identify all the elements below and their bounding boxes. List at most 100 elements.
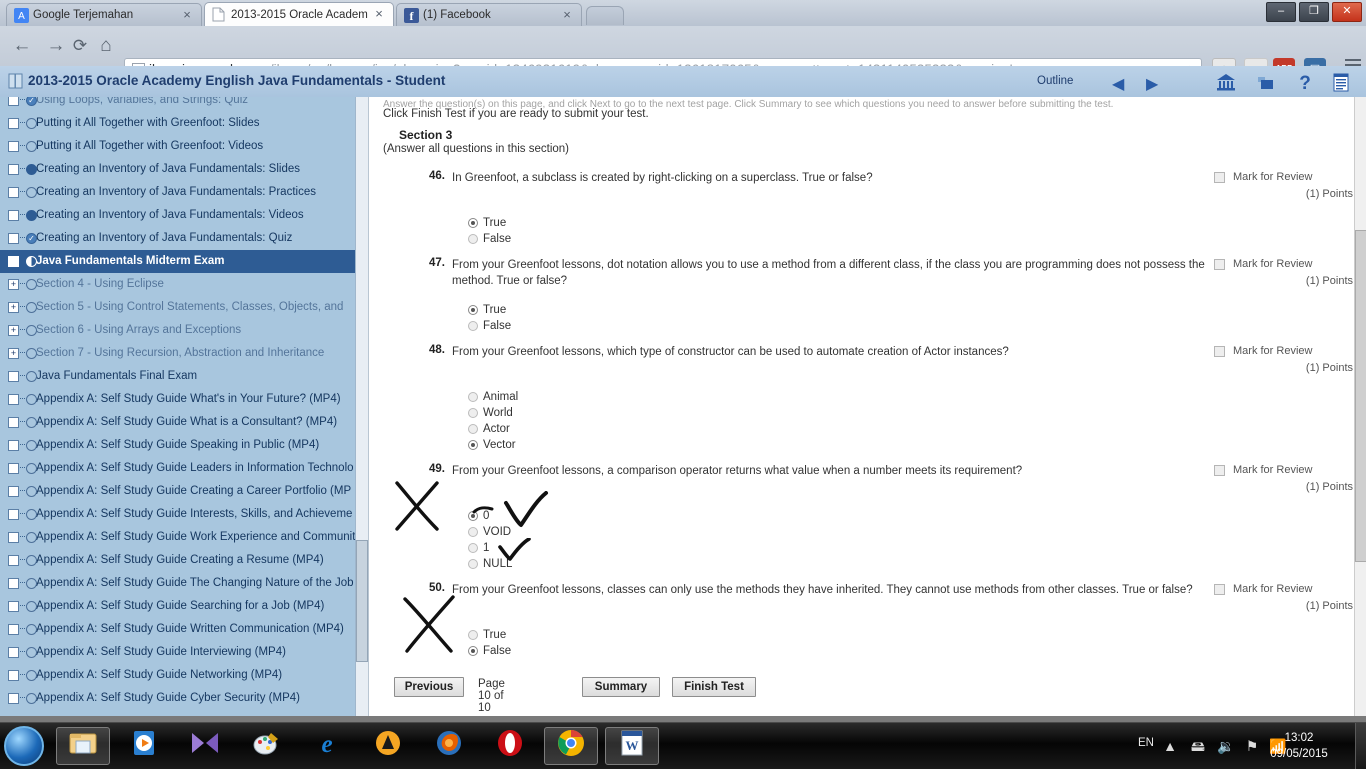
sidebar-item-19[interactable]: Appendix A: Self Study Guide Work Experi… — [0, 526, 367, 549]
taskbar-item-internet-explorer[interactable]: e — [300, 727, 354, 765]
item-checkbox[interactable] — [8, 670, 19, 681]
item-checkbox[interactable] — [8, 486, 19, 497]
removable-media-icon[interactable]: 🖴 — [1188, 736, 1208, 756]
taskbar-item-paint[interactable] — [239, 727, 293, 765]
outline-link[interactable]: Outline — [1037, 75, 1073, 87]
taskbar-item-opera-browser[interactable] — [483, 727, 537, 765]
radio-button[interactable] — [468, 305, 478, 315]
sidebar-item-24[interactable]: Appendix A: Self Study Guide Interviewin… — [0, 641, 367, 664]
item-checkbox[interactable] — [8, 440, 19, 451]
sidebar-item-3[interactable]: Creating an Inventory of Java Fundamenta… — [0, 158, 367, 181]
mark-for-review-checkbox[interactable] — [1214, 584, 1225, 595]
reload-icon[interactable]: ⟳ — [66, 32, 94, 60]
taskbar-item-movie-maker[interactable] — [178, 727, 232, 765]
radio-button[interactable] — [468, 408, 478, 418]
taskbar-clock[interactable]: 13:02 09/05/2015 — [1254, 730, 1344, 762]
selected-marker-icon[interactable] — [8, 256, 19, 267]
mark-for-review-checkbox[interactable] — [1214, 465, 1225, 476]
expand-toggle-icon[interactable]: + — [8, 279, 19, 290]
sidebar-item-1[interactable]: Putting it All Together with Greenfoot: … — [0, 112, 367, 135]
mark-for-review-checkbox[interactable] — [1214, 259, 1225, 270]
tab-close-icon-2[interactable]: × — [560, 7, 574, 23]
item-checkbox[interactable] — [8, 693, 19, 704]
expand-toggle-icon[interactable]: + — [8, 325, 19, 336]
radio-button[interactable] — [468, 218, 478, 228]
taskbar-item-windows-explorer[interactable] — [56, 727, 110, 765]
item-checkbox[interactable] — [8, 187, 19, 198]
taskbar-item-microsoft-word[interactable]: W — [605, 727, 659, 765]
back-icon[interactable]: ← — [8, 32, 36, 60]
item-checkbox[interactable] — [8, 647, 19, 658]
sidebar-item-13[interactable]: Appendix A: Self Study Guide What's in Y… — [0, 388, 367, 411]
taskbar-item-avira-antivirus[interactable] — [361, 727, 415, 765]
sidebar-item-15[interactable]: Appendix A: Self Study Guide Speaking in… — [0, 434, 367, 457]
sidebar-item-10[interactable]: + Section 6 - Using Arrays and Exceptions — [0, 319, 367, 342]
course-outline-sidebar[interactable]: ✓ Using Loops, Variables, and Strings: Qu… — [0, 97, 368, 716]
mark-for-review-checkbox[interactable] — [1214, 172, 1225, 183]
taskbar-item-media-player[interactable] — [117, 727, 171, 765]
radio-button[interactable] — [468, 321, 478, 331]
sidebar-item-23[interactable]: Appendix A: Self Study Guide Written Com… — [0, 618, 367, 641]
outline-list-icon[interactable] — [1330, 72, 1352, 92]
browser-tab-2[interactable]: f (1) Facebook × — [396, 3, 582, 26]
sidebar-item-21[interactable]: Appendix A: Self Study Guide The Changin… — [0, 572, 367, 595]
radio-button[interactable] — [468, 630, 478, 640]
item-checkbox[interactable] — [8, 118, 19, 129]
item-checkbox[interactable] — [8, 141, 19, 152]
home-building-icon[interactable] — [1215, 72, 1237, 92]
item-checkbox[interactable] — [8, 417, 19, 428]
notes-icon[interactable] — [1255, 72, 1277, 92]
home-icon[interactable]: ⌂ — [92, 32, 120, 60]
previous-page-arrow-icon[interactable]: ◀ — [1112, 74, 1124, 94]
volume-icon[interactable]: 🔉 — [1216, 736, 1236, 756]
mark-for-review-checkbox[interactable] — [1214, 346, 1225, 357]
radio-button[interactable] — [468, 646, 478, 656]
next-page-arrow-icon[interactable]: ▶ — [1146, 74, 1158, 94]
tab-close-icon-0[interactable]: × — [180, 7, 194, 23]
item-checkbox[interactable] — [8, 233, 19, 244]
sidebar-item-17[interactable]: Appendix A: Self Study Guide Creating a … — [0, 480, 367, 503]
show-desktop-button[interactable] — [1355, 723, 1366, 769]
item-checkbox[interactable] — [8, 463, 19, 474]
taskbar-item-google-chrome[interactable] — [544, 727, 598, 765]
sidebar-item-14[interactable]: Appendix A: Self Study Guide What is a C… — [0, 411, 367, 434]
summary-button[interactable]: Summary — [582, 677, 660, 697]
radio-button[interactable] — [468, 424, 478, 434]
radio-button[interactable] — [468, 392, 478, 402]
item-checkbox[interactable] — [8, 210, 19, 221]
start-button[interactable] — [4, 726, 44, 766]
radio-button[interactable] — [468, 511, 478, 521]
show-hidden-icons-icon[interactable]: ▲ — [1160, 736, 1180, 756]
item-checkbox[interactable] — [8, 394, 19, 405]
item-checkbox[interactable] — [8, 509, 19, 520]
item-checkbox[interactable] — [8, 578, 19, 589]
item-checkbox[interactable] — [8, 532, 19, 543]
sidebar-item-5[interactable]: Creating an Inventory of Java Fundamenta… — [0, 204, 367, 227]
sidebar-item-2[interactable]: Putting it All Together with Greenfoot: … — [0, 135, 367, 158]
taskbar-item-mozilla-firefox[interactable] — [422, 727, 476, 765]
sidebar-item-25[interactable]: Appendix A: Self Study Guide Networking … — [0, 664, 367, 687]
browser-tab-1[interactable]: 2013-2015 Oracle Academ × — [204, 2, 394, 26]
expand-toggle-icon[interactable]: + — [8, 348, 19, 359]
sidebar-scrollbar-thumb[interactable] — [356, 540, 368, 662]
item-checkbox[interactable] — [8, 164, 19, 175]
item-checkbox[interactable] — [8, 624, 19, 635]
sidebar-item-0[interactable]: ✓ Using Loops, Variables, and Strings: Qu… — [0, 97, 367, 112]
sidebar-item-7[interactable]: Java Fundamentals Midterm Exam — [0, 250, 367, 273]
radio-button[interactable] — [468, 440, 478, 450]
expand-toggle-icon[interactable]: + — [8, 302, 19, 313]
item-checkbox[interactable] — [8, 97, 19, 106]
sidebar-item-4[interactable]: Creating an Inventory of Java Fundamenta… — [0, 181, 367, 204]
sidebar-item-26[interactable]: Appendix A: Self Study Guide Cyber Secur… — [0, 687, 367, 710]
sidebar-item-8[interactable]: + Section 4 - Using Eclipse — [0, 273, 367, 296]
sidebar-item-18[interactable]: Appendix A: Self Study Guide Interests, … — [0, 503, 367, 526]
close-button[interactable]: ✕ — [1332, 2, 1362, 22]
sidebar-item-6[interactable]: ✓ Creating an Inventory of Java Fundament… — [0, 227, 367, 250]
sidebar-item-20[interactable]: Appendix A: Self Study Guide Creating a … — [0, 549, 367, 572]
sidebar-item-11[interactable]: + Section 7 - Using Recursion, Abstractio… — [0, 342, 367, 365]
help-icon[interactable]: ? — [1294, 72, 1316, 94]
item-checkbox[interactable] — [8, 555, 19, 566]
radio-button[interactable] — [468, 543, 478, 553]
tab-close-icon-1[interactable]: × — [372, 6, 386, 22]
sidebar-item-12[interactable]: Java Fundamentals Final Exam — [0, 365, 367, 388]
